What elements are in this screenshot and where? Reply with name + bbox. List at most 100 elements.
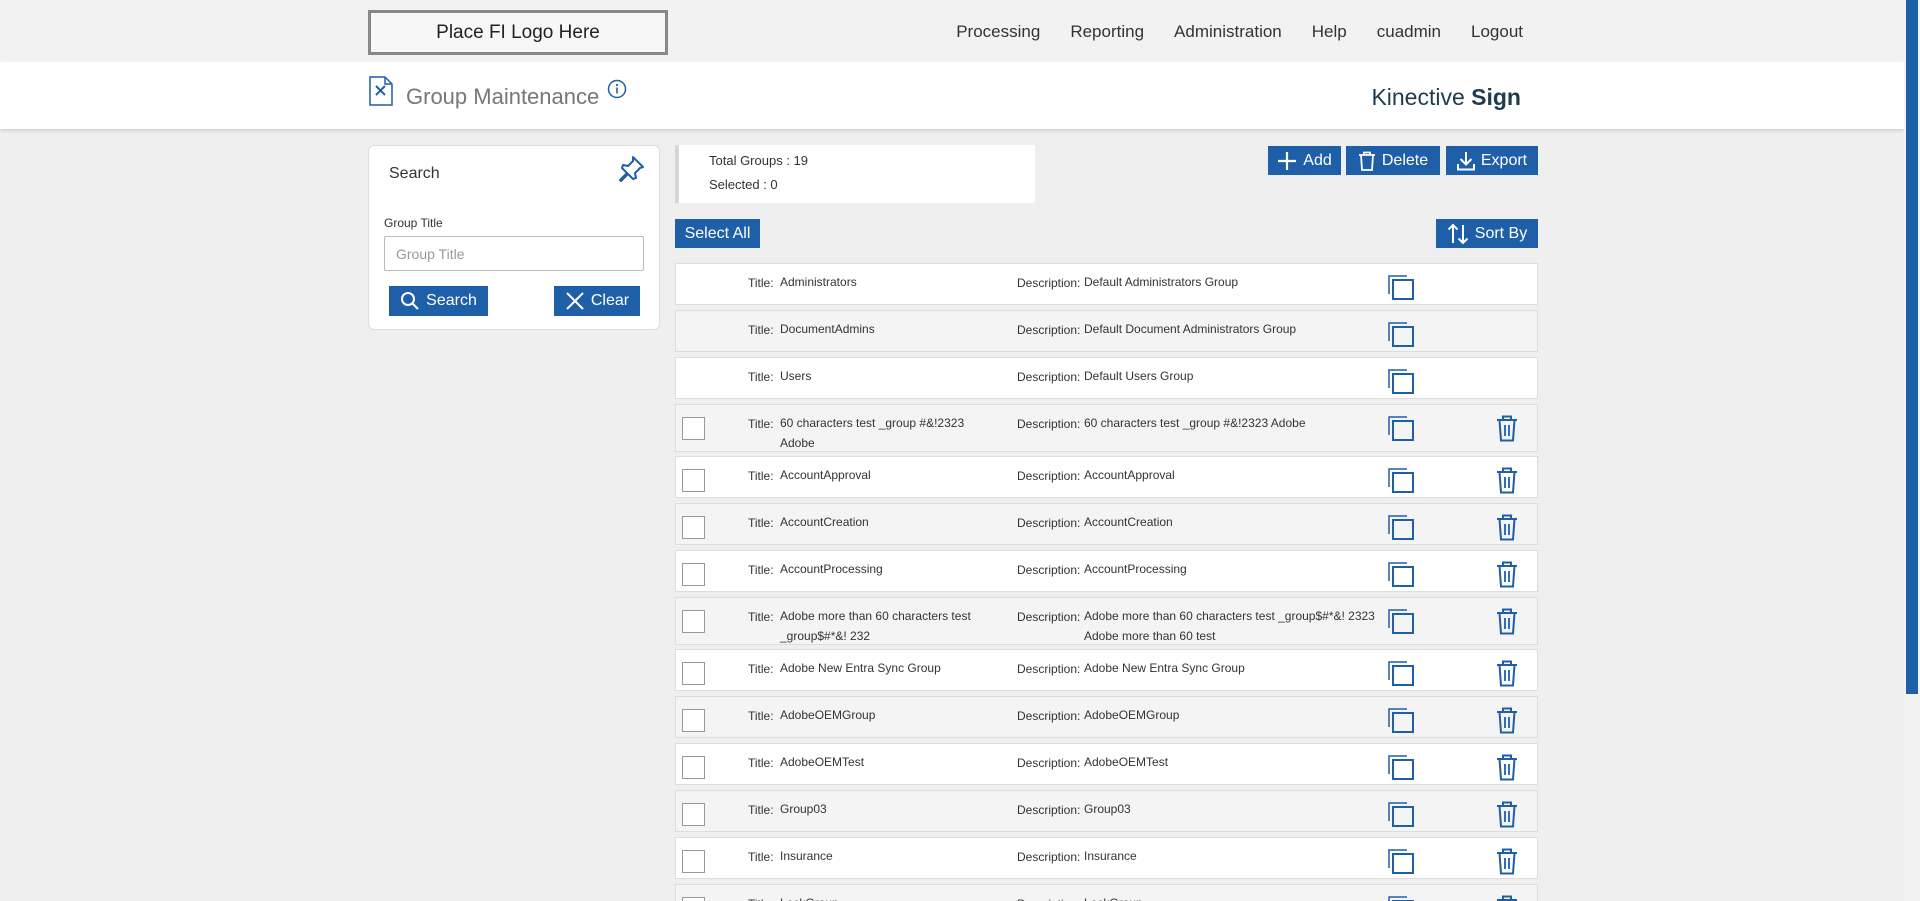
trash-icon[interactable] <box>1496 895 1518 901</box>
title-label: Title: <box>748 417 774 431</box>
nav-administration[interactable]: Administration <box>1174 22 1282 42</box>
group-title: 60 characters test _group #&!2323 Adobe <box>780 416 965 450</box>
group-title: AccountProcessing <box>780 562 883 576</box>
search-button-label: Search <box>426 292 477 309</box>
copy-icon[interactable] <box>1387 415 1415 442</box>
trash-icon[interactable] <box>1496 514 1518 541</box>
brand-name: Kinective Sign <box>1371 84 1521 110</box>
row-select-checkbox[interactable] <box>682 516 705 539</box>
group-title: AccountCreation <box>780 515 869 529</box>
search-panel: Search Group Title Search Clear <box>368 145 660 330</box>
groups-summary: Total Groups : 19 Selected : 0 <box>675 145 1035 203</box>
group-title-input[interactable] <box>384 236 644 271</box>
row-select-checkbox[interactable] <box>682 610 705 633</box>
group-title: Administrators <box>780 275 857 289</box>
trash-icon[interactable] <box>1496 660 1518 687</box>
copy-icon[interactable] <box>1387 848 1415 875</box>
trash-icon[interactable] <box>1496 608 1518 635</box>
group-title: AdobeOEMTest <box>780 755 865 769</box>
group-description: Adobe New Entra Sync Group <box>1084 661 1245 675</box>
row-select-checkbox[interactable] <box>682 469 705 492</box>
info-icon[interactable] <box>607 79 627 99</box>
group-title: AccountApproval <box>780 468 871 482</box>
trash-icon[interactable] <box>1496 848 1518 875</box>
nav-processing[interactable]: Processing <box>956 22 1040 42</box>
copy-icon[interactable] <box>1387 514 1415 541</box>
trash-icon[interactable] <box>1496 467 1518 494</box>
group-description: AdobeOEMGroup <box>1084 708 1180 722</box>
group-description: Default Administrators Group <box>1084 275 1239 289</box>
sort-by-button[interactable]: Sort By <box>1436 219 1538 248</box>
row-select-checkbox[interactable] <box>682 417 705 440</box>
copy-icon[interactable] <box>1387 368 1415 395</box>
add-button[interactable]: Add <box>1268 146 1341 175</box>
row-select-checkbox[interactable] <box>682 803 705 826</box>
group-title: Group03 <box>780 802 827 816</box>
row-select-checkbox[interactable] <box>682 563 705 586</box>
description-label: Description: <box>1017 897 1080 901</box>
total-groups-count: Total Groups : 19 <box>709 153 808 168</box>
page-title: Group Maintenance <box>406 84 600 109</box>
group-description: Default Document Administrators Group <box>1084 322 1297 336</box>
copy-icon[interactable] <box>1387 801 1415 828</box>
copy-icon[interactable] <box>1387 274 1415 301</box>
group-row: Title: AccountApproval Description: Account… <box>675 456 1538 498</box>
group-description: LockGroup <box>1084 893 1382 901</box>
copy-icon[interactable] <box>1387 895 1415 901</box>
pin-icon[interactable] <box>616 154 646 184</box>
row-select-checkbox[interactable] <box>682 850 705 873</box>
copy-icon[interactable] <box>1387 608 1415 635</box>
group-row: Title: Group03 Description: Group03 <box>675 790 1538 832</box>
export-button-label: Export <box>1480 151 1528 169</box>
title-label: Title: <box>748 516 774 530</box>
sort-by-label: Sort By <box>1474 224 1528 242</box>
group-title-label: Group Title <box>384 216 443 230</box>
title-label: Title: <box>748 370 774 384</box>
trash-icon[interactable] <box>1496 754 1518 781</box>
search-button[interactable]: Search <box>389 286 488 316</box>
page-scrollbar-thumb[interactable] <box>1906 0 1918 694</box>
title-label: Title: <box>748 610 774 624</box>
group-row: Title: 60 characters test _group #&!2323 … <box>675 404 1538 452</box>
title-label: Title: <box>748 323 774 337</box>
row-select-checkbox[interactable] <box>682 709 705 732</box>
export-button[interactable]: Export <box>1446 146 1538 175</box>
row-select-checkbox[interactable] <box>682 662 705 685</box>
row-select-checkbox[interactable] <box>682 897 705 901</box>
group-title: Adobe New Entra Sync Group <box>780 661 941 675</box>
group-description: AccountProcessing <box>1084 562 1187 576</box>
copy-icon[interactable] <box>1387 707 1415 734</box>
plus-icon <box>1278 151 1297 170</box>
description-label: Description: <box>1017 803 1081 817</box>
trash-icon[interactable] <box>1496 707 1518 734</box>
group-row: Title: DocumentAdmins Description: Default … <box>675 310 1538 352</box>
nav-logout[interactable]: Logout <box>1471 22 1523 42</box>
group-description: Insurance <box>1084 849 1137 863</box>
trash-icon[interactable] <box>1496 415 1518 442</box>
group-row: Title: Administrators Description: Default … <box>675 263 1538 305</box>
group-row: Title: Adobe more than 60 characters test… <box>675 597 1538 645</box>
copy-icon[interactable] <box>1387 754 1415 781</box>
delete-button-label: Delete <box>1381 151 1429 169</box>
copy-icon[interactable] <box>1387 660 1415 687</box>
row-select-checkbox[interactable] <box>682 756 705 779</box>
title-label: Title: <box>748 803 774 817</box>
selected-count: Selected : 0 <box>709 177 778 192</box>
delete-button[interactable]: Delete <box>1346 146 1440 175</box>
clear-button[interactable]: Clear <box>554 286 640 316</box>
description-label: Description: <box>1017 850 1081 864</box>
copy-icon[interactable] <box>1387 321 1415 348</box>
trash-icon[interactable] <box>1496 561 1518 588</box>
select-all-button[interactable]: Select All <box>675 219 760 248</box>
nav-help[interactable]: Help <box>1312 22 1347 42</box>
copy-icon[interactable] <box>1387 467 1415 494</box>
copy-icon[interactable] <box>1387 561 1415 588</box>
trash-icon[interactable] <box>1496 801 1518 828</box>
title-label: Title: <box>748 756 774 770</box>
nav-user-menu[interactable]: cuadmin <box>1377 22 1441 42</box>
title-label: Title: <box>748 276 774 290</box>
nav-reporting[interactable]: Reporting <box>1070 22 1144 42</box>
description-label: Description: <box>1017 756 1081 770</box>
group-description: AdobeOEMTest <box>1084 755 1169 769</box>
group-row: Title: Users Description: Default Users Gro… <box>675 357 1538 399</box>
